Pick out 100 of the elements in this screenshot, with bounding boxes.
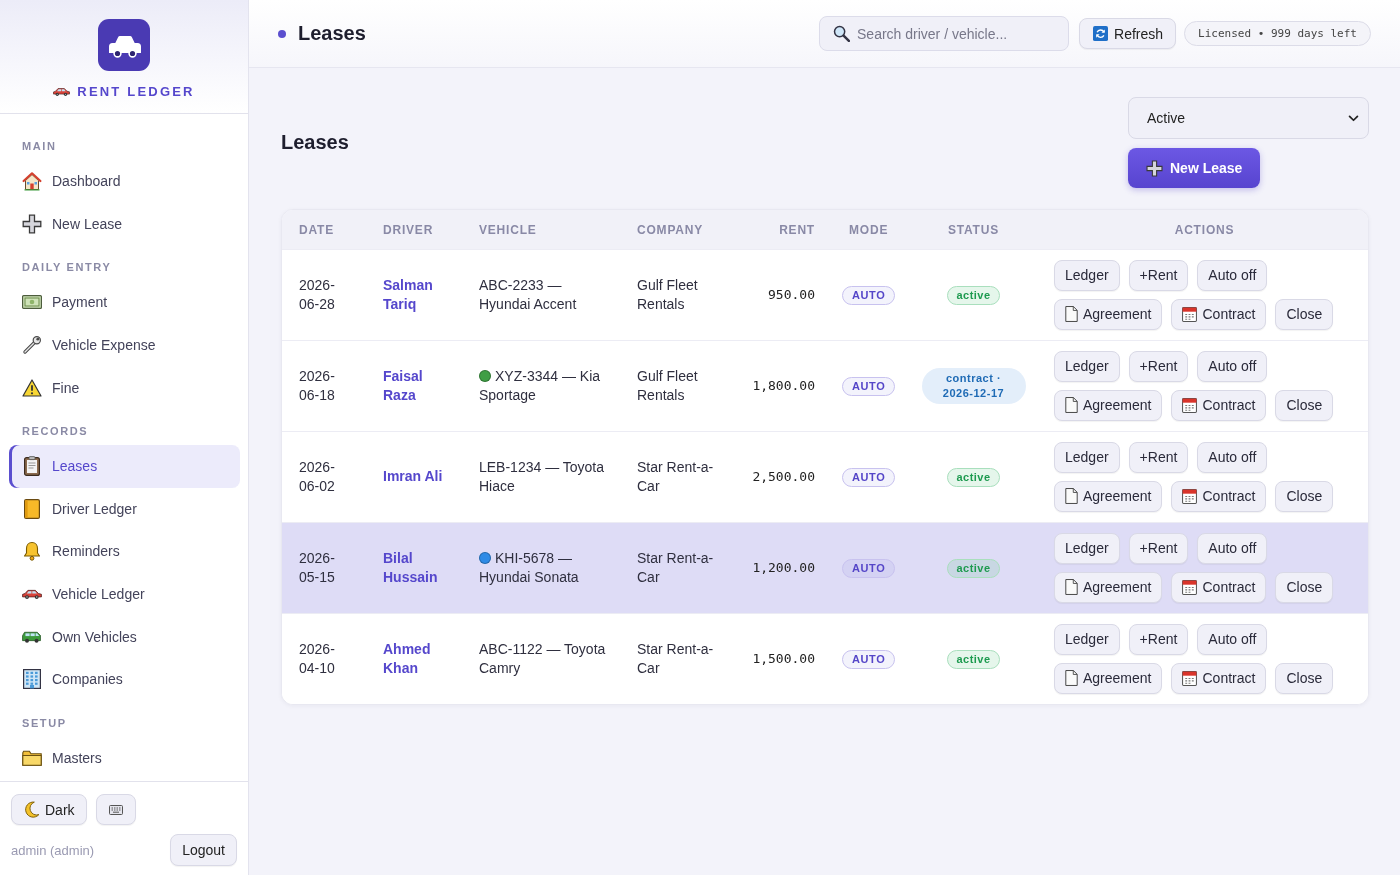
- sidebar-item[interactable]: New Lease: [9, 202, 240, 246]
- contract-button[interactable]: Contract: [1171, 298, 1267, 330]
- status-badge: active: [947, 467, 1000, 487]
- section-label: DAILY ENTRY: [22, 260, 113, 275]
- brand-name: RENT LEDGER: [77, 84, 195, 99]
- driver-link[interactable]: Ahmed Khan: [383, 639, 449, 678]
- mode-badge: AUTO: [842, 467, 896, 487]
- auto-off-button[interactable]: Auto off: [1197, 441, 1268, 473]
- company-name: Star Rent-a-Car: [637, 457, 715, 496]
- sidebar-item[interactable]: Vehicle Expense: [9, 323, 240, 367]
- close-button[interactable]: Close: [1275, 298, 1334, 330]
- auto-off-button[interactable]: Auto off: [1197, 532, 1268, 564]
- add-rent-button[interactable]: +Rent: [1128, 532, 1189, 564]
- contract-button[interactable]: Contract: [1171, 480, 1267, 512]
- document-icon: [1065, 488, 1078, 504]
- sidebar-item[interactable]: Driver Ledger: [9, 487, 240, 531]
- ledger-button[interactable]: Ledger: [1054, 532, 1120, 564]
- mode-badge: AUTO: [842, 285, 896, 305]
- vehicle-name: KHI-5678 — Hyundai Sonata: [479, 549, 579, 585]
- column-header: DATE: [299, 223, 334, 238]
- status-filter-select[interactable]: Active: [1128, 97, 1369, 139]
- new-lease-button[interactable]: New Lease: [1128, 148, 1261, 188]
- contract-button[interactable]: Contract: [1171, 571, 1267, 603]
- close-button[interactable]: Close: [1275, 571, 1334, 603]
- add-rent-button[interactable]: +Rent: [1128, 441, 1189, 473]
- driver-link[interactable]: Bilal Hussain: [383, 548, 449, 587]
- driver-link[interactable]: Salman Tariq: [383, 275, 449, 314]
- search-field[interactable]: Search driver / vehicle...: [819, 16, 1069, 51]
- section-label: SETUP: [22, 715, 68, 730]
- close-button[interactable]: Close: [1275, 389, 1334, 421]
- table-row[interactable]: 2026-06-02 Imran Ali LEB-1234 — Toyota Hiace Star Rent-a-Car 2,500.00 AUTO active Ledger +Rent Auto off Agreement Contract Close: [282, 431, 1368, 522]
- wrench-icon: [22, 335, 42, 356]
- driver-link[interactable]: Faisal Raza: [383, 366, 449, 405]
- logo-icon: [98, 19, 150, 71]
- logout-button[interactable]: Logout: [170, 834, 237, 866]
- vehicle-name: LEB-1234 — Toyota Hiace: [479, 458, 605, 494]
- close-button[interactable]: Close: [1275, 662, 1334, 694]
- dark-mode-button[interactable]: Dark: [11, 794, 87, 825]
- clipboard-icon: [24, 456, 40, 477]
- ledger-button[interactable]: Ledger: [1054, 623, 1120, 655]
- document-icon: [1065, 306, 1078, 322]
- warning-icon: [22, 378, 42, 397]
- rent-amount: 1,800.00: [752, 378, 815, 393]
- driver-link[interactable]: Imran Ali: [383, 467, 443, 486]
- company-name: Gulf Fleet Rentals: [637, 275, 699, 314]
- lease-date: 2026-04-10: [299, 639, 336, 678]
- contract-button[interactable]: Contract: [1171, 389, 1267, 421]
- agreement-button[interactable]: Agreement: [1054, 571, 1163, 603]
- car-icon: [53, 86, 71, 97]
- mode-badge: AUTO: [842, 558, 896, 578]
- sidebar-item[interactable]: Masters: [9, 736, 240, 780]
- add-rent-button[interactable]: +Rent: [1128, 259, 1189, 291]
- folder-icon: [22, 749, 42, 766]
- section-label: RECORDS: [22, 423, 90, 438]
- column-header: RENT: [779, 223, 815, 238]
- sidebar-item[interactable]: Fine: [9, 366, 240, 409]
- keyboard-button[interactable]: [95, 794, 136, 825]
- car-icon: [22, 629, 42, 644]
- add-rent-button[interactable]: +Rent: [1128, 623, 1189, 655]
- table-row[interactable]: 2026-06-18 Faisal Raza XYZ-3344 — Kia Sportage Gulf Fleet Rentals 1,800.00 AUTO contract · 2026-12-17 Ledger +Rent Auto off Agreement Contract Close: [282, 340, 1368, 431]
- sidebar-item[interactable]: Dashboard: [9, 160, 240, 203]
- ledger-button[interactable]: Ledger: [1054, 441, 1120, 473]
- ledger-button[interactable]: Ledger: [1054, 350, 1120, 382]
- contract-button[interactable]: Contract: [1171, 662, 1267, 694]
- sidebar-item[interactable]: Leases: [9, 444, 240, 488]
- column-header: COMPANY: [637, 223, 704, 238]
- refresh-button[interactable]: Refresh: [1079, 18, 1177, 49]
- sidebar-item[interactable]: Vehicle Ledger: [9, 572, 240, 616]
- auto-off-button[interactable]: Auto off: [1197, 623, 1268, 655]
- rent-amount: 2,500.00: [752, 469, 815, 484]
- column-header: STATUS: [948, 223, 999, 238]
- table-row[interactable]: 2026-05-15 Bilal Hussain KHI-5678 — Hyundai Sonata Star Rent-a-Car 1,200.00 AUTO active Ledger +Rent Auto off Agreement Contract Close: [282, 522, 1368, 613]
- close-button[interactable]: Close: [1275, 480, 1334, 512]
- agreement-button[interactable]: Agreement: [1054, 480, 1163, 512]
- ledger-button[interactable]: Ledger: [1054, 259, 1120, 291]
- document-icon: [1065, 670, 1078, 686]
- table-row[interactable]: 2026-06-28 Salman Tariq ABC-2233 — Hyundai Accent Gulf Fleet Rentals 950.00 AUTO active Ledger +Rent Auto off Agreement Contract Close: [282, 249, 1368, 340]
- keyboard-icon: [108, 804, 123, 815]
- calendar-icon: [1182, 488, 1198, 504]
- add-rent-button[interactable]: +Rent: [1128, 350, 1189, 382]
- document-icon: [1065, 397, 1078, 413]
- table-row[interactable]: 2026-04-10 Ahmed Khan ABC-1122 — Toyota Camry Star Rent-a-Car 1,500.00 AUTO active Ledger +Rent Auto off Agreement Contract Close: [282, 613, 1368, 704]
- user-name: admin (admin): [11, 842, 95, 858]
- sidebar-item[interactable]: Reminders: [9, 530, 240, 573]
- agreement-button[interactable]: Agreement: [1054, 389, 1163, 421]
- lease-date: 2026-05-15: [299, 548, 336, 587]
- vehicle-name: ABC-1122 — Toyota Camry: [479, 640, 606, 676]
- banknote-icon: [22, 295, 42, 310]
- agreement-button[interactable]: Agreement: [1054, 662, 1163, 694]
- page-title: Leases: [298, 22, 366, 45]
- mode-badge: AUTO: [842, 376, 896, 396]
- status-badge: active: [947, 285, 1000, 305]
- sidebar-item[interactable]: Payment: [9, 281, 240, 324]
- auto-off-button[interactable]: Auto off: [1197, 350, 1268, 382]
- bell-icon: [23, 541, 41, 562]
- auto-off-button[interactable]: Auto off: [1197, 259, 1268, 291]
- sidebar-item[interactable]: Own Vehicles: [9, 615, 240, 658]
- sidebar-item[interactable]: Companies: [9, 657, 240, 701]
- agreement-button[interactable]: Agreement: [1054, 298, 1163, 330]
- section-heading: Leases: [281, 131, 349, 154]
